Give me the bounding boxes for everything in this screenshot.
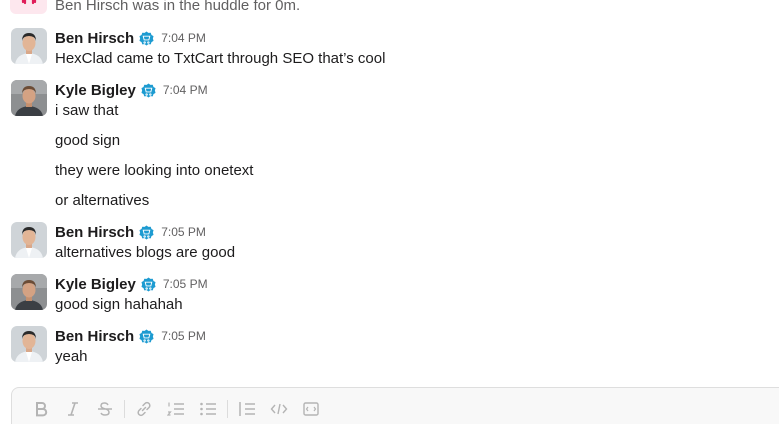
message-text: good sign: [55, 132, 121, 149]
link-icon[interactable]: [128, 398, 160, 420]
strikethrough-icon[interactable]: [89, 398, 121, 420]
message-text: they were looking into onetext: [55, 162, 254, 179]
italic-icon[interactable]: [57, 398, 89, 420]
blockquote-icon[interactable]: [231, 398, 263, 420]
toolbar-divider: [124, 400, 125, 418]
huddle-text: Ben Hirsch was in the huddle for 0m.: [55, 0, 301, 14]
huddle-system-message: Ben Hirsch was in the huddle for 0m.: [0, 0, 779, 14]
timestamp[interactable]: 7:05 PM: [163, 277, 208, 291]
verified-badge-icon: [139, 224, 154, 240]
code-icon[interactable]: [263, 398, 295, 420]
sender-name[interactable]: Kyle Bigley: [55, 82, 136, 99]
headphones-icon: [10, 0, 47, 14]
code-block-icon[interactable]: [295, 398, 327, 420]
ordered-list-icon[interactable]: [160, 398, 192, 420]
avatar[interactable]: [11, 28, 47, 64]
bold-icon[interactable]: [25, 398, 57, 420]
sender-name[interactable]: Ben Hirsch: [55, 224, 134, 241]
timestamp[interactable]: 7:04 PM: [161, 31, 206, 45]
formatting-toolbar: [25, 398, 327, 420]
timestamp[interactable]: 7:05 PM: [161, 225, 206, 239]
message-text: HexClad came to TxtCart through SEO that…: [55, 50, 386, 67]
avatar[interactable]: [11, 222, 47, 258]
toolbar-divider: [227, 400, 228, 418]
message-text: yeah: [55, 348, 88, 365]
bulleted-list-icon[interactable]: [192, 398, 224, 420]
message-text: i saw that: [55, 102, 119, 119]
verified-badge-icon: [139, 30, 154, 46]
message-text: good sign hahahah: [55, 296, 183, 313]
sender-name[interactable]: Kyle Bigley: [55, 276, 136, 293]
sender-name[interactable]: Ben Hirsch: [55, 328, 134, 345]
sender-name[interactable]: Ben Hirsch: [55, 30, 134, 47]
message-text: or alternatives: [55, 192, 150, 209]
verified-badge-icon: [141, 82, 156, 98]
verified-badge-icon: [139, 328, 154, 344]
message-composer[interactable]: [11, 387, 779, 424]
verified-badge-icon: [141, 276, 156, 292]
message-text: alternatives blogs are good: [55, 244, 236, 261]
timestamp[interactable]: 7:04 PM: [163, 83, 208, 97]
timestamp[interactable]: 7:05 PM: [161, 329, 206, 343]
avatar[interactable]: [11, 274, 47, 310]
avatar[interactable]: [11, 326, 47, 362]
avatar[interactable]: [11, 80, 47, 116]
